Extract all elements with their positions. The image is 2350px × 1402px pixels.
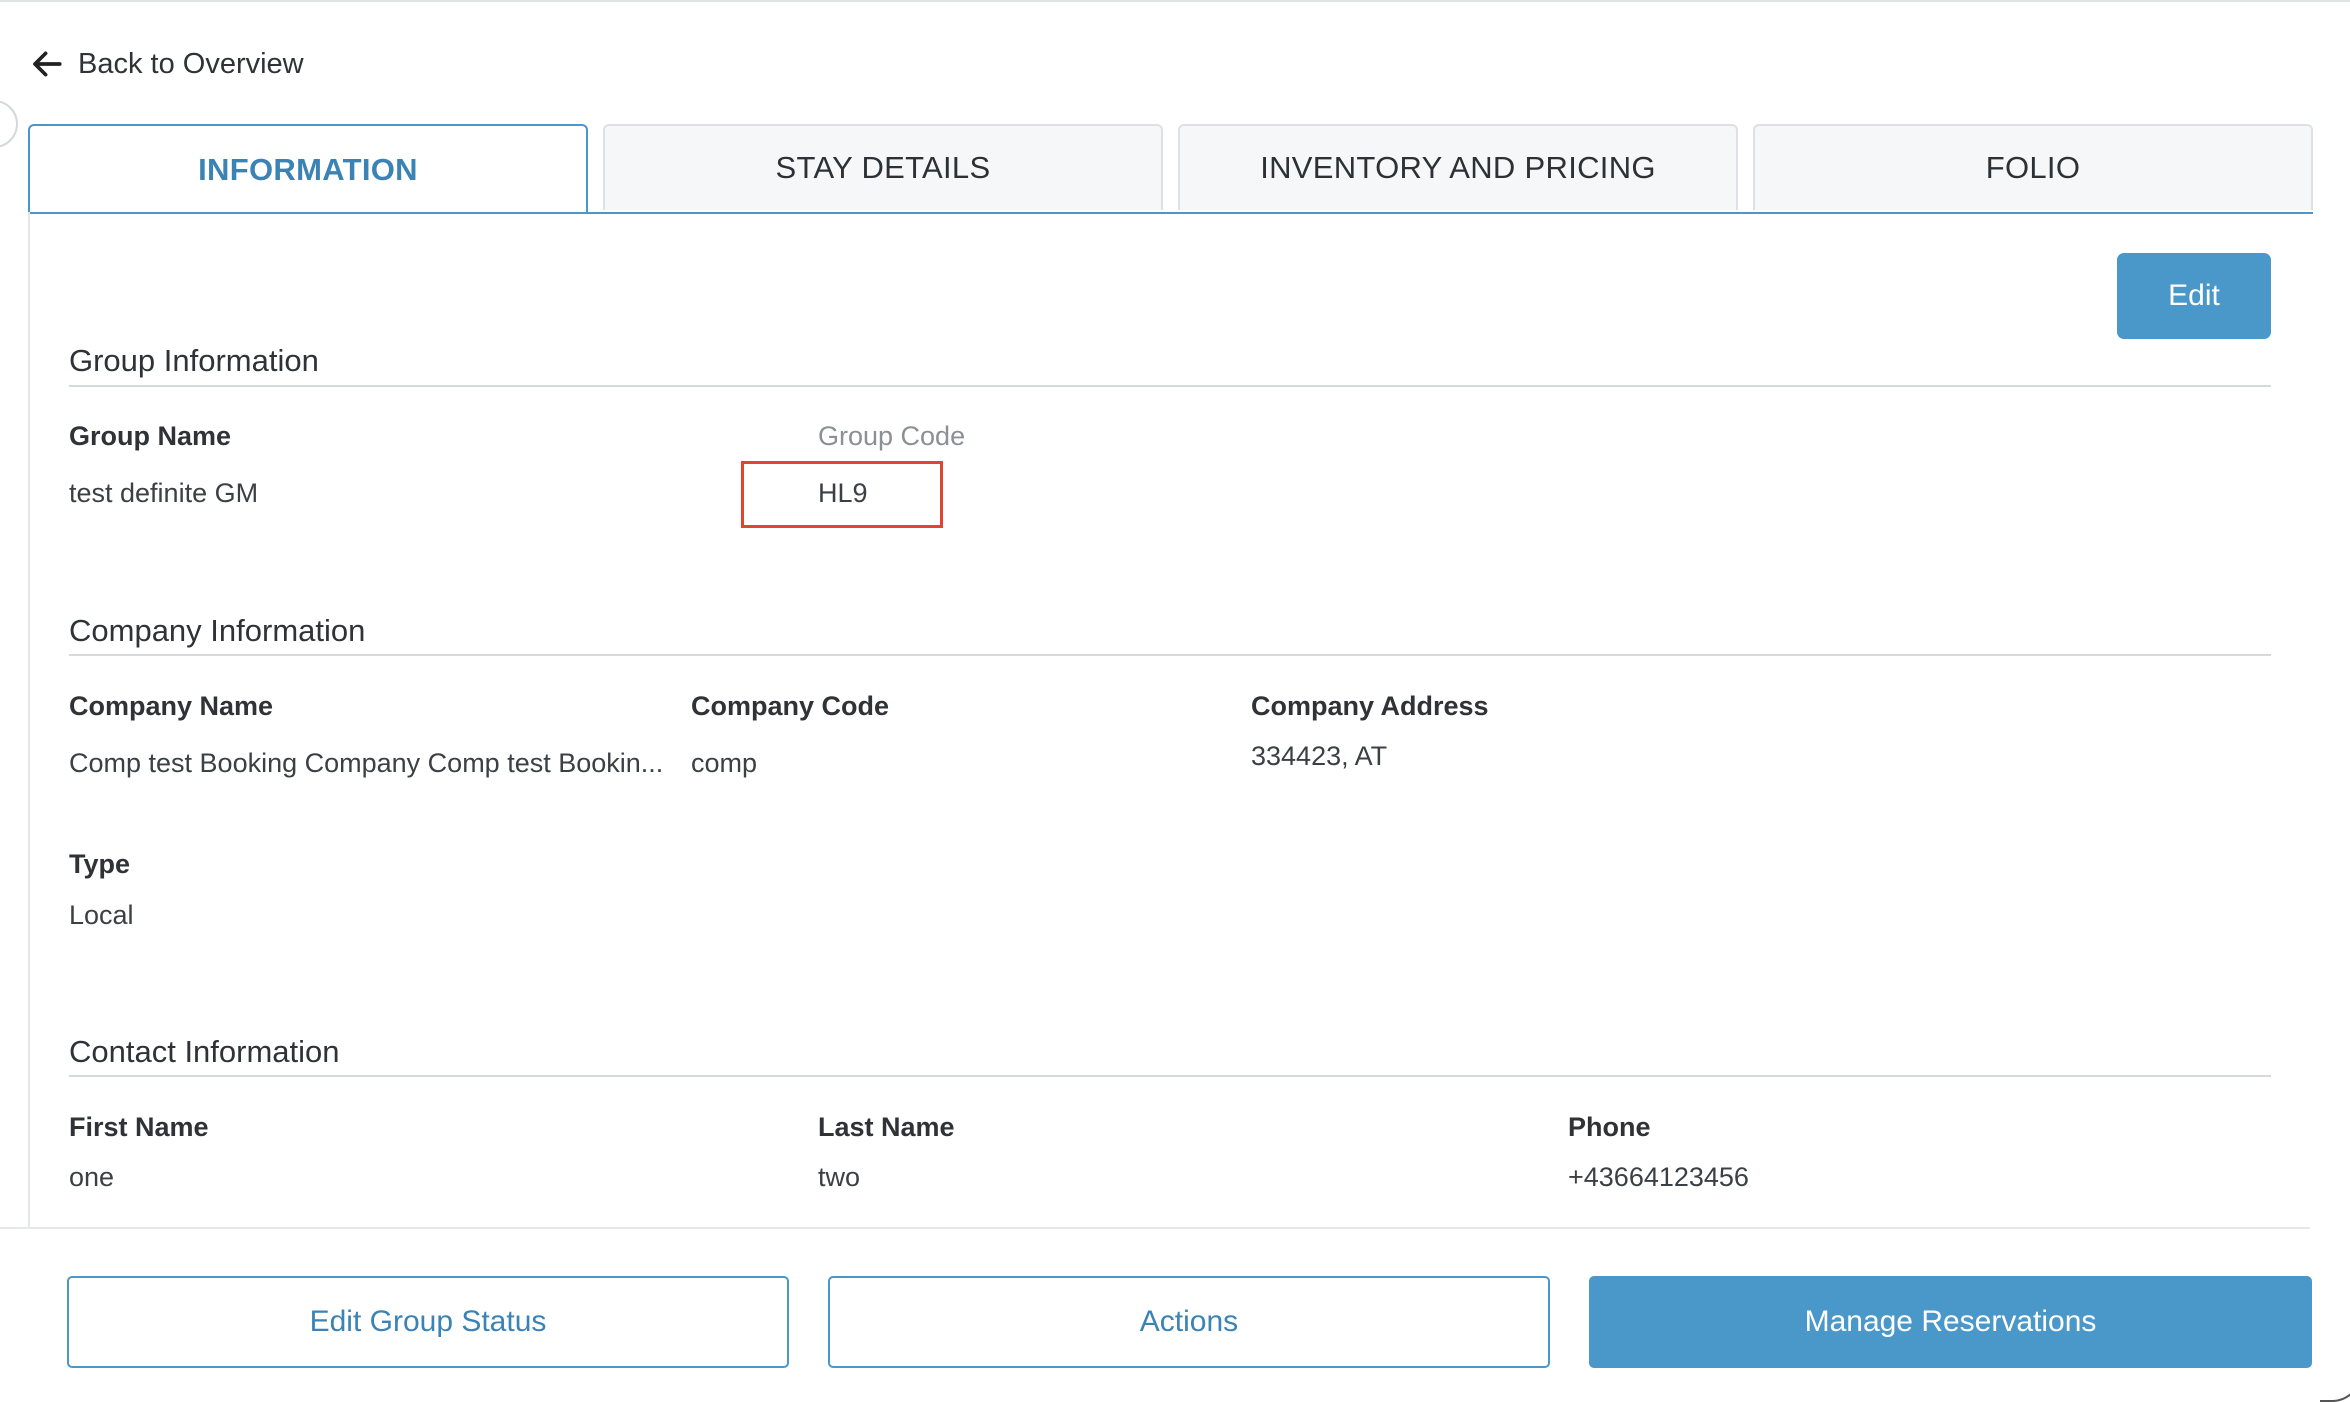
tab-stay-details[interactable]: STAY DETAILS bbox=[603, 124, 1163, 210]
company-name-label: Company Name bbox=[69, 691, 274, 721]
group-name-value: test definite GM bbox=[69, 478, 259, 508]
content-border bbox=[28, 212, 30, 1227]
contact-information-title: Contact Information bbox=[69, 1034, 340, 1069]
group-name-label: Group Name bbox=[69, 421, 232, 451]
edit-button[interactable]: Edit bbox=[2117, 253, 2271, 339]
section-divider bbox=[69, 654, 2271, 656]
back-link-label: Back to Overview bbox=[78, 47, 304, 80]
manage-reservations-button[interactable]: Manage Reservations bbox=[1589, 1276, 2312, 1368]
type-value: Local bbox=[69, 900, 134, 930]
actions-button[interactable]: Actions bbox=[828, 1276, 1550, 1368]
first-name-value: one bbox=[69, 1162, 115, 1192]
company-code-label: Company Code bbox=[691, 691, 890, 721]
tab-information[interactable]: INFORMATION bbox=[28, 124, 588, 214]
tab-bar: INFORMATION STAY DETAILS INVENTORY AND P… bbox=[28, 124, 2313, 214]
section-divider bbox=[69, 385, 2271, 387]
phone-value: +43664123456 bbox=[1568, 1162, 1749, 1192]
tab-underline bbox=[28, 212, 2313, 214]
company-code-value: comp bbox=[691, 748, 758, 778]
section-divider bbox=[69, 1075, 2271, 1077]
edit-group-status-button[interactable]: Edit Group Status bbox=[67, 1276, 789, 1368]
back-to-overview-link[interactable]: Back to Overview bbox=[30, 44, 304, 84]
group-code-label: Group Code bbox=[818, 421, 966, 451]
company-name-value: Comp test Booking Company Comp test Book… bbox=[69, 748, 664, 778]
type-label: Type bbox=[69, 849, 131, 879]
phone-label: Phone bbox=[1568, 1112, 1651, 1142]
arrow-left-icon bbox=[33, 51, 62, 77]
tab-inventory-and-pricing[interactable]: INVENTORY AND PRICING bbox=[1178, 124, 1738, 210]
footer-divider bbox=[0, 1227, 2310, 1229]
group-information-title: Group Information bbox=[69, 343, 319, 378]
group-code-highlight bbox=[741, 461, 943, 528]
window-corner bbox=[2320, 1360, 2350, 1402]
company-address-label: Company Address bbox=[1251, 691, 1489, 721]
collapse-handle[interactable] bbox=[0, 100, 18, 148]
last-name-label: Last Name bbox=[818, 1112, 955, 1142]
last-name-value: two bbox=[818, 1162, 861, 1192]
company-address-value: 334423, AT bbox=[1251, 741, 1388, 771]
first-name-label: First Name bbox=[69, 1112, 209, 1142]
tab-folio[interactable]: FOLIO bbox=[1753, 124, 2313, 210]
top-border bbox=[0, 0, 2350, 2]
company-information-title: Company Information bbox=[69, 613, 366, 648]
